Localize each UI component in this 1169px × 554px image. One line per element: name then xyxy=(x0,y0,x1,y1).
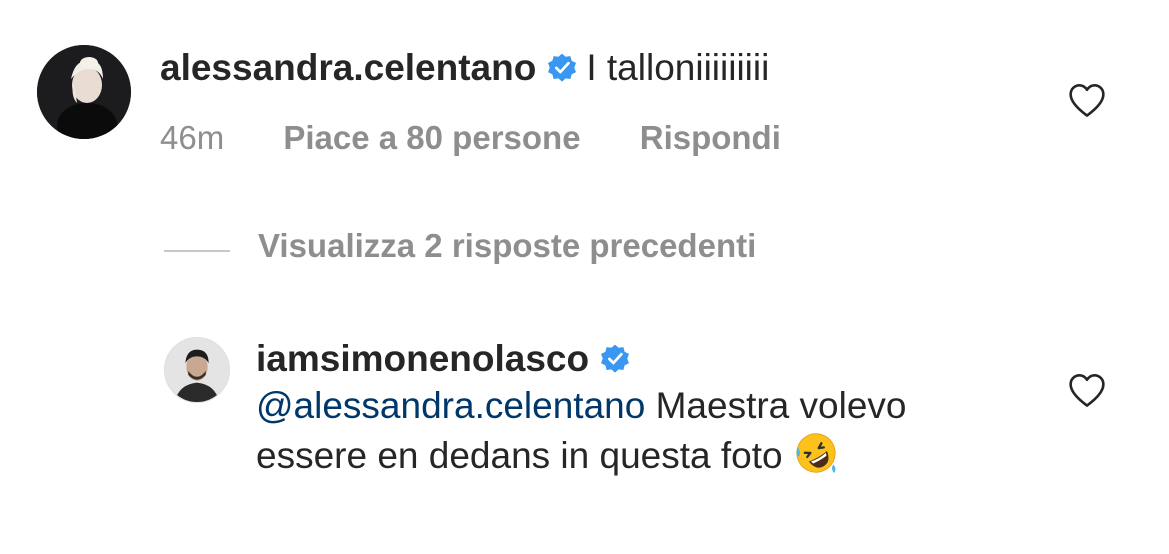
comment-likes-link[interactable]: Piace a 80 persone xyxy=(283,119,580,156)
comment-username[interactable]: alessandra.celentano xyxy=(160,47,536,88)
reply-username[interactable]: iamsimonenolasco xyxy=(256,338,589,379)
profile-photo-icon xyxy=(165,338,229,402)
commenter-avatar[interactable] xyxy=(37,45,131,139)
comment-meta: 46m Piace a 80 persone Rispondi xyxy=(160,116,781,160)
profile-photo-icon xyxy=(37,45,131,139)
reply-avatar[interactable] xyxy=(164,337,230,403)
view-previous-replies-button[interactable]: Visualizza 2 risposte precedenti xyxy=(164,224,756,268)
like-reply-button[interactable] xyxy=(1067,372,1107,408)
comment-line: alessandra.celentano I talloniiiiiiiii xyxy=(160,45,769,91)
heart-outline-icon xyxy=(1069,83,1105,117)
reply-header: iamsimonenolasco xyxy=(256,336,956,382)
replies-divider xyxy=(164,249,230,252)
rolling-on-floor-laughing-emoji-icon xyxy=(793,430,839,476)
reply-text: @alessandra.celentano Maestra volevo ess… xyxy=(256,382,956,480)
verified-badge-icon xyxy=(546,52,578,84)
verified-badge-icon xyxy=(599,343,631,375)
comment-text: I talloniiiiiiiii xyxy=(586,47,770,88)
mention-link[interactable]: @alessandra.celentano xyxy=(256,385,645,426)
view-replies-label: Visualizza 2 risposte precedenti xyxy=(258,227,757,264)
heart-outline-icon xyxy=(1069,373,1105,407)
reply-button[interactable]: Rispondi xyxy=(640,119,781,156)
like-comment-button[interactable] xyxy=(1067,82,1107,118)
comment-timestamp: 46m xyxy=(160,119,225,156)
reply-content: iamsimonenolasco @alessandra.celentano M… xyxy=(256,336,956,480)
